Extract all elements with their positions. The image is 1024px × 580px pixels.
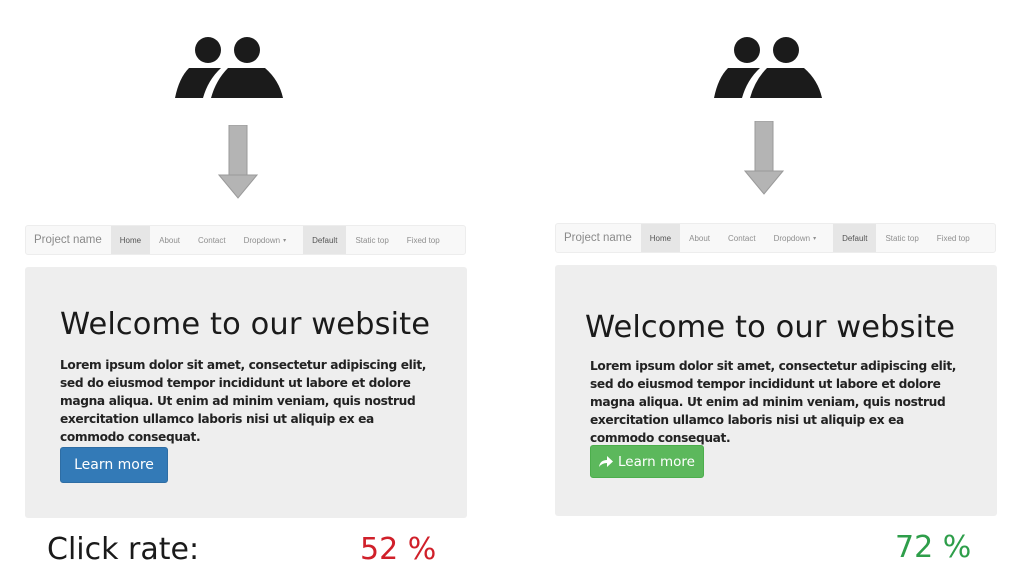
nav-item-static-top[interactable]: Static top [876, 224, 927, 252]
nav-item-dropdown[interactable]: Dropdown ▾ [235, 226, 295, 254]
click-rate-variant-a: 52 % [360, 532, 437, 567]
nav-item-dropdown[interactable]: Dropdown ▾ [765, 224, 825, 252]
share-arrow-icon [599, 456, 613, 467]
nav-item-contact[interactable]: Contact [719, 224, 765, 252]
jumbotron: Welcome to our website Lorem ipsum dolor… [555, 265, 997, 516]
arrow-down-icon [744, 121, 784, 195]
learn-more-label: Learn more [74, 457, 154, 473]
nav-item-contact[interactable]: Contact [189, 226, 235, 254]
users-icon [714, 37, 822, 98]
navbar-brand[interactable]: Project name [26, 226, 111, 254]
caret-down-icon: ▾ [813, 235, 817, 242]
jumbotron-body: Lorem ipsum dolor sit amet, consectetur … [590, 359, 957, 445]
click-rate-label: Click rate: [47, 532, 200, 567]
nav-item-fixed-top[interactable]: Fixed top [398, 226, 449, 254]
navbar: Project name Home About Contact Dropdown… [555, 223, 996, 253]
nav-item-home[interactable]: Home [110, 226, 151, 254]
learn-more-label: Learn more [618, 453, 695, 470]
caret-down-icon: ▾ [283, 237, 287, 244]
nav-item-default[interactable]: Default [833, 224, 877, 252]
users-icon [175, 37, 283, 98]
jumbotron: Welcome to our website Lorem ipsum dolor… [25, 267, 467, 518]
variant-b: Project name Home About Contact Dropdown… [530, 0, 1000, 580]
learn-more-button[interactable]: Learn more [60, 447, 168, 483]
variant-a: Project name Home About Contact Dropdown… [0, 0, 470, 580]
dropdown-label: Dropdown [773, 233, 811, 243]
nav-item-default[interactable]: Default [303, 226, 347, 254]
learn-more-button[interactable]: Learn more [590, 445, 704, 478]
nav-item-about[interactable]: About [150, 226, 189, 254]
jumbotron-heading: Welcome to our website [585, 310, 956, 345]
arrow-down-icon [218, 125, 258, 199]
nav-item-static-top[interactable]: Static top [346, 226, 397, 254]
nav-item-fixed-top[interactable]: Fixed top [928, 224, 979, 252]
jumbotron-body: Lorem ipsum dolor sit amet, consectetur … [60, 358, 427, 444]
jumbotron-heading: Welcome to our website [60, 307, 431, 342]
click-rate-variant-b: 72 % [895, 530, 972, 565]
nav-item-about[interactable]: About [680, 224, 719, 252]
navbar: Project name Home About Contact Dropdown… [25, 225, 466, 255]
dropdown-label: Dropdown [243, 235, 281, 245]
nav-item-home[interactable]: Home [640, 224, 681, 252]
navbar-brand[interactable]: Project name [556, 224, 641, 252]
